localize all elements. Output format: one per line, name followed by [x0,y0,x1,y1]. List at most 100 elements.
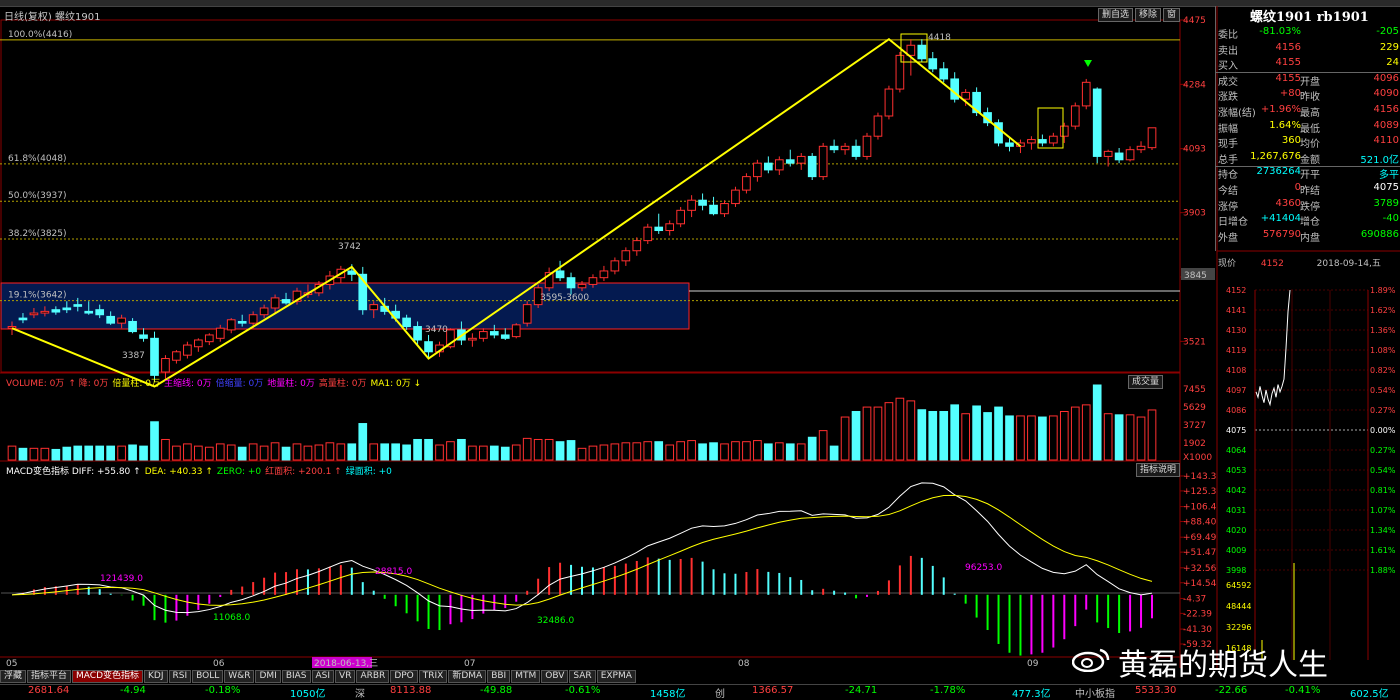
intraday-right-tick: 0.27% [1370,406,1396,415]
indicator-help-button[interactable]: 指标说明 [1136,463,1181,477]
price-tick-label: 4284 [1183,80,1206,90]
volume-button[interactable]: 成交量 [1128,375,1164,389]
tab--[interactable]: 浮藏 [0,670,27,683]
tab--[interactable]: 指标平台 [27,670,72,683]
quote-label-2: 最高 [1300,108,1320,119]
tab-dmi[interactable]: DMI [255,670,281,683]
quote-label-1: 买入 [1218,61,1238,73]
candle-body [577,283,587,289]
candle-body [1103,150,1113,157]
tab-trix[interactable]: TRIX [418,670,448,683]
intraday-right-tick: 1.36% [1370,326,1396,335]
tab-obv[interactable]: OBV [541,670,569,683]
candle-body [753,162,762,178]
volume-bar [73,445,83,461]
quote-label-1: 今结 [1218,186,1238,197]
macd-area-label-2: 11068.0 [213,613,250,623]
tab-kdj[interactable]: KDJ [144,670,168,683]
candle-body [161,358,170,373]
candle-body [566,277,576,289]
macd-tick-label: +143.3 [1183,472,1216,482]
remove-button[interactable]: 移除 [1135,8,1162,22]
volume-bar [51,448,61,461]
legend-item: MACD变色指标 DIFF: +55.80 ↑ [6,467,141,477]
macd-tick-label: -41.30 [1183,625,1212,635]
tab-bias[interactable]: BIAS [281,670,311,683]
tab-sar[interactable]: SAR [569,670,596,683]
quote-value-1: +80 [1279,88,1301,100]
chart-title: 日线(复权) 螺纹1901 [4,12,101,23]
intraday-vol-tick: 32296 [1226,623,1251,632]
candle-body [599,270,609,279]
candle-body [489,331,499,336]
volume-bar [862,406,872,461]
intraday-price-line [1255,289,1291,407]
tab--dma[interactable]: 新DMA [448,670,487,683]
volume-bar [698,443,707,461]
quote-label-1: 涨幅(结) [1218,108,1256,119]
quote-label-1: 振幅 [1218,123,1238,135]
tab-macd-[interactable]: MACD变色指标 [72,670,144,683]
volume-bar [194,445,203,461]
quote-label-2: 内盘 [1300,232,1320,244]
candle-body [413,326,422,341]
status-item: -0.41% [1285,685,1321,696]
volume-bar [709,442,718,461]
price-tick-label: 3903 [1183,209,1206,219]
tab-arbr[interactable]: ARBR [356,670,390,683]
candle-body [139,334,148,339]
volume-bar [1049,415,1058,461]
tab-asi[interactable]: ASI [311,670,335,683]
tab-expma[interactable]: EXPMA [596,670,636,683]
volume-bar [446,441,455,461]
quote-value-2: 多平 [1379,170,1399,182]
tab-dpo[interactable]: DPO [390,670,418,683]
volume-bar [347,443,357,461]
quote-label-2: 均价 [1300,139,1320,151]
volume-bar [522,437,532,461]
candle-body [862,135,872,157]
volume-bar [983,412,992,461]
volume-bar [204,446,214,461]
macd-tick-label: +14.54 [1183,579,1217,589]
volume-bar [500,446,510,461]
candle-body [840,145,850,151]
candle-body [424,341,433,353]
intraday-right-tick: 1.34% [1370,526,1396,535]
tab-boll[interactable]: BOLL [192,670,224,683]
intraday-price-label: 现价 [1218,259,1237,269]
volume-bar [161,438,170,461]
window-button[interactable]: 窗 [1163,8,1181,22]
candle-body [1049,135,1058,144]
macd-tick-label: +51.47 [1183,548,1216,558]
intraday-left-tick: 4097 [1226,386,1246,395]
quote-value-1: 4360 [1275,197,1301,209]
candle-body [917,44,927,60]
intraday-left-tick: 4031 [1226,506,1246,515]
volume-bar [248,443,258,461]
quote-value-1: 4155 [1275,72,1301,84]
tab-mtm[interactable]: MTM [511,670,541,683]
candle-body [742,176,751,191]
candle-body [1114,152,1124,161]
tab-bbi[interactable]: BBI [487,670,511,683]
volume-tick-label: 3727 [1183,421,1206,431]
volume-bar [62,446,72,461]
volume-bar [1005,415,1014,461]
tab-rsi[interactable]: RSI [168,670,192,683]
legend-item: MA1: 0万 ↓ [370,379,422,389]
quote-value-2: 229 [1379,41,1399,53]
volume-bar [774,442,784,461]
quote-value-2: 4156 [1373,104,1399,115]
candle-body [1027,139,1036,144]
quote-value-1: 360 [1281,135,1301,147]
volume-bar [150,421,159,461]
status-item: -0.61% [565,685,601,696]
tab-vr[interactable]: VR [335,670,356,683]
remove-watchlist-button[interactable]: 删自选 [1098,8,1134,22]
intraday-left-tick: 4020 [1226,526,1246,535]
candle-body [895,54,905,90]
fib-label: 38.2%(3825) [8,229,67,239]
candle-body [172,351,181,361]
tab-w-r[interactable]: W&R [224,670,255,683]
